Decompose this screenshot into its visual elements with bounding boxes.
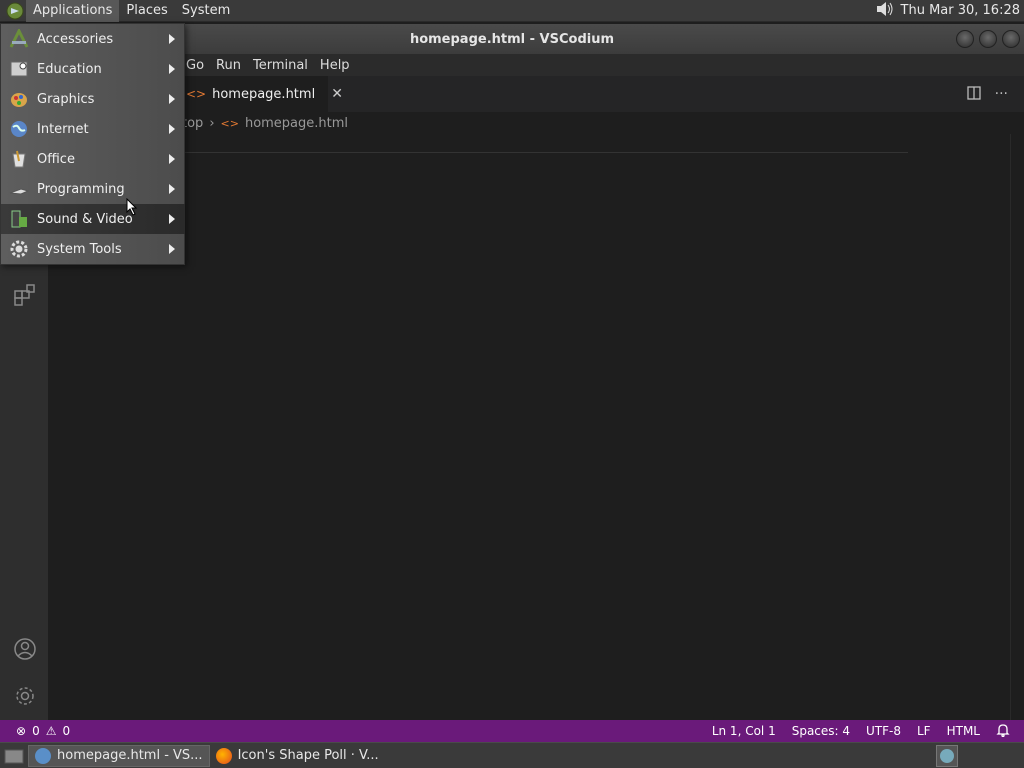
submenu-arrow-icon bbox=[169, 124, 175, 134]
menu-item-programming[interactable]: Programming bbox=[1, 174, 185, 204]
window-title: homepage.html - VSCodium bbox=[409, 31, 615, 47]
editor-tabs: <> homepage.html ✕ ··· bbox=[48, 76, 1024, 112]
language-mode[interactable]: HTML bbox=[947, 724, 980, 738]
settings-gear-icon[interactable] bbox=[12, 683, 38, 709]
tab-label: homepage.html bbox=[212, 86, 316, 102]
breadcrumb-file[interactable]: homepage.html bbox=[245, 116, 348, 131]
distro-logo-icon[interactable] bbox=[4, 0, 26, 22]
applications-menu[interactable]: Applications bbox=[26, 0, 120, 22]
show-desktop-icon[interactable] bbox=[0, 745, 28, 767]
close-window-button[interactable] bbox=[1002, 30, 1020, 48]
html-file-icon: <> bbox=[220, 116, 239, 130]
html-file-icon: <> bbox=[186, 87, 207, 101]
menu-item-office[interactable]: Office bbox=[1, 144, 185, 174]
account-icon[interactable] bbox=[12, 636, 38, 662]
submenu-arrow-icon bbox=[169, 184, 175, 194]
taskbar-firefox-label: Icon's Shape Poll · V... bbox=[237, 748, 379, 763]
problems-indicator[interactable]: ⊗ 0 ⚠ 0 bbox=[0, 724, 70, 738]
line-ending[interactable]: LF bbox=[917, 724, 931, 738]
volume-icon[interactable] bbox=[873, 0, 895, 23]
chevron-right-icon: › bbox=[209, 115, 215, 131]
bottom-taskbar: homepage.html - VS... Icon's Shape Poll … bbox=[0, 742, 1024, 768]
top-panel: Applications Places System Thu Mar 30, 1… bbox=[0, 0, 1024, 22]
applications-dropdown: Accessories Education Graphics Internet … bbox=[0, 23, 185, 265]
menu-terminal[interactable]: Terminal bbox=[247, 58, 314, 73]
firefox-icon bbox=[215, 747, 232, 764]
mouse-cursor-icon bbox=[126, 197, 138, 220]
encoding[interactable]: UTF-8 bbox=[866, 724, 901, 738]
system-menu[interactable]: System bbox=[175, 0, 237, 22]
cursor-position[interactable]: Ln 1, Col 1 bbox=[712, 724, 776, 738]
error-count: 0 bbox=[32, 724, 40, 738]
extensions-icon[interactable] bbox=[12, 282, 38, 308]
accessories-icon bbox=[8, 28, 30, 50]
menu-item-accessories[interactable]: Accessories bbox=[1, 24, 185, 54]
status-bar: ⊗ 0 ⚠ 0 Ln 1, Col 1 Spaces: 4 UTF-8 LF H… bbox=[0, 720, 1024, 742]
more-actions-icon[interactable]: ··· bbox=[995, 86, 1008, 104]
tab-homepage[interactable]: <> homepage.html ✕ bbox=[178, 76, 343, 112]
workspace-switcher-icon[interactable] bbox=[936, 744, 958, 767]
tab-close-icon[interactable]: ✕ bbox=[331, 86, 343, 102]
menu-run[interactable]: Run bbox=[210, 58, 247, 73]
submenu-arrow-icon bbox=[169, 154, 175, 164]
submenu-arrow-icon bbox=[169, 64, 175, 74]
minimize-button[interactable] bbox=[956, 30, 974, 48]
taskbar-item-firefox[interactable]: Icon's Shape Poll · V... bbox=[210, 745, 385, 767]
taskbar-item-vscodium[interactable]: homepage.html - VS... bbox=[28, 744, 210, 767]
education-icon bbox=[8, 58, 30, 80]
indentation[interactable]: Spaces: 4 bbox=[792, 724, 850, 738]
vscodium-icon bbox=[35, 747, 51, 764]
breadcrumb-folder[interactable]: top bbox=[182, 116, 203, 131]
places-menu[interactable]: Places bbox=[119, 0, 174, 22]
submenu-arrow-icon bbox=[169, 34, 175, 44]
graphics-icon bbox=[8, 88, 30, 110]
editor-area[interactable] bbox=[48, 134, 1024, 720]
maximize-button[interactable] bbox=[979, 30, 997, 48]
warning-icon: ⚠ bbox=[45, 724, 57, 738]
error-icon: ⊗ bbox=[16, 724, 27, 738]
menu-item-graphics[interactable]: Graphics bbox=[1, 84, 185, 114]
submenu-arrow-icon bbox=[169, 94, 175, 104]
office-icon bbox=[8, 148, 30, 170]
sound-video-icon bbox=[8, 208, 30, 230]
internet-icon bbox=[8, 118, 30, 140]
taskbar-vscodium-label: homepage.html - VS... bbox=[57, 748, 203, 763]
clock[interactable]: Thu Mar 30, 16:28 bbox=[895, 3, 1024, 18]
menu-item-education[interactable]: Education bbox=[1, 54, 185, 84]
split-editor-icon[interactable] bbox=[966, 86, 981, 104]
notifications-bell-icon[interactable] bbox=[996, 723, 1010, 740]
menu-item-internet[interactable]: Internet bbox=[1, 114, 185, 144]
menu-help[interactable]: Help bbox=[314, 58, 356, 73]
submenu-arrow-icon bbox=[169, 244, 175, 254]
menu-item-system-tools[interactable]: System Tools bbox=[1, 234, 185, 264]
system-tools-icon bbox=[8, 238, 30, 260]
programming-icon bbox=[8, 178, 30, 200]
editor-scrollbar[interactable] bbox=[1010, 134, 1024, 720]
breadcrumb: top › <> homepage.html bbox=[48, 112, 1024, 134]
menu-item-sound-video[interactable]: Sound & Video bbox=[1, 204, 185, 234]
warning-count: 0 bbox=[62, 724, 71, 738]
submenu-arrow-icon bbox=[169, 214, 175, 224]
